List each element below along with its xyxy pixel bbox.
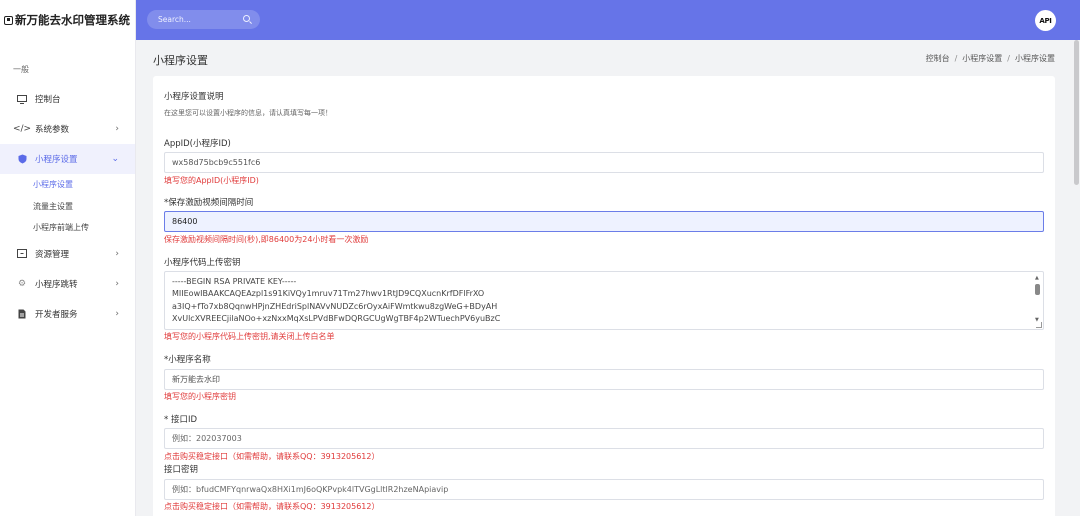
sidebar-subitem-frontend-upload[interactable]: 小程序前端上传	[0, 217, 135, 239]
chevron-right-icon: ›	[115, 248, 119, 259]
appid-label: AppID(小程序ID)	[164, 139, 231, 149]
upload-key-content: -----BEGIN RSA PRIVATE KEY----- MIIEowIB…	[172, 276, 1027, 325]
page-title: 小程序设置	[153, 54, 208, 67]
interval-hint: 保存激励视频间隔时间(秒),即86400为24小时看一次激励	[164, 235, 369, 244]
page-scrollbar[interactable]	[1072, 40, 1080, 516]
api-id-hint[interactable]: 点击购买稳定接口（如需帮助，请联系QQ：3913205612）	[164, 451, 380, 462]
chevron-down-icon: ⌄	[111, 154, 119, 164]
code-icon: </>	[12, 124, 32, 134]
chevron-right-icon: ›	[115, 124, 119, 134]
breadcrumb: 控制台 / 小程序设置 / 小程序设置	[925, 54, 1055, 63]
scroll-up-icon[interactable]: ▲	[1035, 275, 1039, 281]
sidebar-item-dashboard[interactable]: 控制台	[0, 84, 135, 114]
breadcrumb-item: 小程序设置	[1015, 54, 1055, 63]
sidebar-item-label: 系统参数	[35, 125, 70, 135]
app-name-input[interactable]	[164, 369, 1044, 390]
sidebar-item-resources[interactable]: 资源管理 ›	[0, 239, 135, 269]
app-name-hint: 填写您的小程序密钥	[164, 392, 236, 401]
sidebar-item-label: 控制台	[35, 95, 61, 105]
page-header: 小程序设置 控制台 / 小程序设置 / 小程序设置	[136, 40, 1072, 76]
api-logo[interactable]: API	[1035, 10, 1056, 31]
sidebar-item-system-params[interactable]: </> 系统参数 ›	[0, 114, 135, 144]
textarea-line: XvUlcXVREECjilaNOo+xzNxxMqXsLPVdBFwDQRGC…	[172, 313, 501, 323]
sidebar-item-developer[interactable]: 开发者服务 ›	[0, 299, 135, 329]
interval-label: *保存激励视频间隔时间	[164, 198, 254, 208]
resize-handle-icon[interactable]	[1036, 322, 1042, 328]
upload-key-textarea[interactable]: -----BEGIN RSA PRIVATE KEY----- MIIEowIB…	[164, 271, 1044, 330]
textarea-line: MIIEowIBAAKCAQEAzpl1s91KiVQy1mruv71Tm27h…	[172, 289, 485, 299]
sidebar-subitem-ad-settings[interactable]: 流量主设置	[0, 196, 135, 218]
scroll-thumb[interactable]	[1035, 284, 1040, 295]
sidebar-item-label: 小程序跳转	[35, 279, 78, 290]
shield-icon	[16, 154, 28, 164]
api-id-input[interactable]	[164, 428, 1044, 449]
sidebar-subitem-miniprogram-settings[interactable]: 小程序设置	[0, 174, 135, 196]
file-icon	[16, 309, 28, 319]
chevron-right-icon: ›	[115, 278, 119, 289]
sidebar-item-label: 小程序设置	[35, 155, 78, 165]
appid-input[interactable]	[164, 152, 1044, 173]
sidebar-item-label: 开发者服务	[35, 309, 78, 320]
app-title: 新万能去水印管理系统	[15, 13, 130, 27]
sidebar-item-miniprogram-settings[interactable]: 小程序设置 ⌄	[0, 144, 135, 174]
api-secret-hint[interactable]: 点击购买稳定接口（如需帮助，请联系QQ：3913205612）	[164, 501, 380, 512]
search-icon[interactable]	[243, 15, 250, 22]
box-icon	[16, 249, 28, 258]
monitor-icon	[16, 94, 28, 104]
breadcrumb-item[interactable]: 控制台	[926, 54, 950, 63]
brand: 新万能去水印管理系统	[0, 0, 135, 40]
textarea-line: -----BEGIN RSA PRIVATE KEY-----	[172, 277, 297, 286]
gear-icon: ⚙	[17, 278, 27, 289]
sidebar-item-jump[interactable]: ⚙ 小程序跳转 ›	[0, 269, 135, 299]
logo-icon	[4, 15, 13, 25]
page-scroll-thumb[interactable]	[1074, 40, 1079, 185]
sidebar-item-label: 资源管理	[35, 249, 70, 260]
app-name-label: *小程序名称	[164, 355, 211, 365]
settings-card: 小程序设置说明 在这里您可以设置小程序的信息，请认真填写每一项！ AppID(小…	[153, 76, 1055, 516]
api-id-label: * 接口ID	[164, 415, 198, 425]
sidebar: 新万能去水印管理系统 一般 控制台 </> 系统参数 › 小程序设置 ⌄ 小程序…	[0, 0, 136, 516]
card-title: 小程序设置说明	[164, 92, 224, 102]
sidebar-section-label: 一般	[13, 65, 29, 74]
chevron-right-icon: ›	[115, 308, 119, 319]
breadcrumb-item[interactable]: 小程序设置	[962, 54, 1002, 63]
api-secret-label: 接口密钥	[164, 465, 199, 475]
textarea-line: a3IQ+fTo7xb8QqnwHPjnZHEdriSplNAVvNUDZc6r…	[172, 301, 498, 311]
upload-key-label: 小程序代码上传密钥	[164, 258, 241, 268]
api-secret-input[interactable]	[164, 479, 1044, 500]
textarea-scrollbar[interactable]: ▲ ▼	[1034, 275, 1041, 323]
appid-hint: 填写您的AppID(小程序ID)	[164, 176, 259, 185]
interval-input[interactable]	[164, 211, 1044, 232]
topbar: API	[136, 0, 1080, 40]
search-input[interactable]	[158, 14, 238, 25]
upload-key-hint: 填写您的小程序代码上传密钥,请关闭上传白名单	[164, 332, 335, 341]
card-description: 在这里您可以设置小程序的信息，请认真填写每一项！	[164, 109, 332, 117]
search-box[interactable]	[147, 10, 260, 29]
